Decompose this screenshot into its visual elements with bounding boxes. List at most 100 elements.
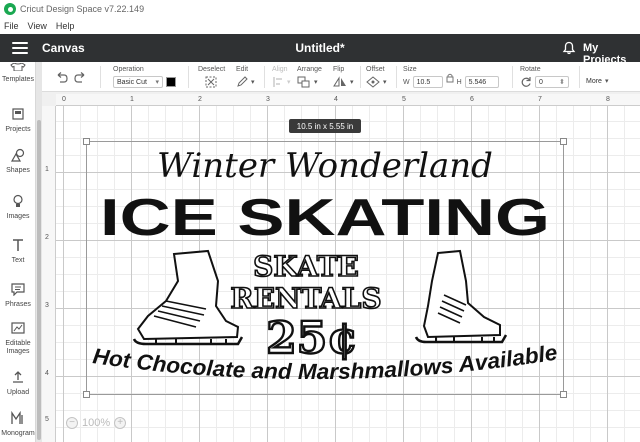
cricut-logo-icon [4,3,16,15]
redo-icon[interactable] [74,72,85,83]
rotate-group: Rotate 0 ⬍ [520,66,569,88]
ruler-number: 5 [45,416,49,423]
zoom-out-button[interactable]: − [66,417,78,429]
ruler-number: 3 [266,96,270,103]
ruler-number: 1 [45,166,49,173]
sidebar-item-phrases[interactable]: Phrases [0,282,36,309]
ruler-number: 6 [470,96,474,103]
speech-bubble-icon [11,283,25,297]
sidebar-label: Monogram [1,430,35,437]
menu-bar: File View Help [0,18,640,34]
chevron-down-icon: ▾ [287,79,291,86]
deselect-icon[interactable] [204,76,218,88]
size-tooltip: 10.5 in x 5.55 in [289,119,361,133]
operation-value: Basic Cut [117,78,147,86]
toolbar-separator [512,66,513,88]
align-icon [273,77,282,87]
operation-select[interactable]: Basic Cut ▾ [113,76,163,88]
offset-icon[interactable] [366,76,380,88]
pencil-icon[interactable] [236,76,248,88]
sidebar-item-editable-images[interactable]: Editable Images [0,321,36,355]
ruler-number: 8 [606,96,610,103]
rotate-input[interactable]: 0 ⬍ [535,76,569,88]
lock-icon[interactable] [446,73,454,83]
sidebar-label: Editable Images [5,340,31,355]
monogram-icon [11,410,23,424]
height-input[interactable]: 5.546 [464,76,499,88]
edit-group[interactable]: Edit ▾ [236,66,255,88]
height-label: H [456,78,462,86]
color-swatch[interactable] [166,77,176,87]
sidebar-label: Text [11,257,25,264]
flip-icon[interactable] [333,76,347,88]
sidebar-item-images[interactable]: Images [0,194,36,221]
sidebar-label: Images [6,213,30,220]
left-ruler: 1 2 3 4 5 [42,106,56,442]
rotate-icon[interactable] [520,76,532,88]
sidebar-label: Projects [5,126,31,133]
sidebar-label: Templates [2,76,34,83]
hamburger-menu-icon[interactable] [12,42,28,54]
toolbar-separator [360,66,361,88]
ruler-number: 4 [45,370,49,377]
chevron-down-icon: ▾ [251,79,255,86]
offset-label: Offset [366,66,385,73]
flip-group[interactable]: Flip ▾ [333,66,354,88]
design-rentals-text: RENTALS [230,282,381,315]
align-label: Align [272,66,288,73]
operation-label: Operation [113,66,144,73]
flip-label: Flip [333,66,345,73]
menu-help[interactable]: Help [56,21,75,31]
upload-icon [13,371,23,383]
sidebar-label: Upload [6,389,30,396]
ice-skate-right-icon [414,249,508,344]
arrange-group[interactable]: Arrange ▾ [297,66,322,88]
deselect-group[interactable]: Deselect [198,66,225,91]
chevron-down-icon: ▾ [314,79,318,86]
sidebar-item-text[interactable]: Text [0,238,36,265]
ruler-number: 4 [334,96,338,103]
offset-group[interactable]: Offset ▾ [366,66,387,88]
design-headline: ICE SKATING [100,189,550,247]
sidebar-label: Shapes [6,167,30,174]
sidebar-item-projects[interactable]: Projects [0,107,36,134]
more-label: More [586,78,602,85]
top-ruler: 0 1 2 3 4 5 6 7 8 [56,94,640,106]
ruler-number: 0 [62,96,66,103]
chevron-down-icon: ▾ [155,79,159,86]
toolbar-separator [396,66,397,88]
ruler-number: 7 [538,96,542,103]
sidebar-item-shapes[interactable]: Shapes [0,148,36,175]
toolbar-separator [100,66,101,88]
design-skate-text: SKATE [253,250,359,283]
more-button[interactable]: More ▾ [586,74,609,86]
sidebar-item-monogram[interactable]: Monogram [0,410,36,438]
editable-images-icon [11,322,25,334]
zoom-value: 100% [82,417,111,429]
toolbar-separator [188,66,189,88]
zoom-in-button[interactable]: + [114,417,127,429]
edit-label: Edit [236,66,249,73]
width-input[interactable]: 10.5 [412,76,443,88]
ruler-number: 2 [45,234,49,241]
left-sidebar: Templates Projects Shapes Images Text Ph… [0,62,36,442]
chevron-down-icon: ▾ [350,79,354,86]
text-icon [13,239,23,251]
arrange-label: Arrange [297,66,322,73]
projects-icon [12,108,24,120]
sidebar-item-upload[interactable]: Upload [0,370,36,397]
chevron-down-icon: ▾ [605,78,609,85]
bell-icon[interactable] [562,41,576,55]
app-header: Canvas Untitled* My Projects [0,34,640,66]
width-label: W [403,78,410,86]
undo-icon[interactable] [57,72,68,83]
sidebar-item-templates[interactable]: Templates [0,62,36,84]
scrollbar-thumb[interactable] [37,120,41,440]
arrange-icon[interactable] [297,76,311,88]
menu-view[interactable]: View [28,21,47,31]
stepper-icon: ⬍ [559,79,565,86]
toolbar-separator [264,66,265,88]
ice-skate-left-icon [132,249,244,346]
ice-skating-design[interactable]: Winter Wonderland ICE SKATING SKATE RENT… [86,141,564,395]
menu-file[interactable]: File [4,21,19,31]
